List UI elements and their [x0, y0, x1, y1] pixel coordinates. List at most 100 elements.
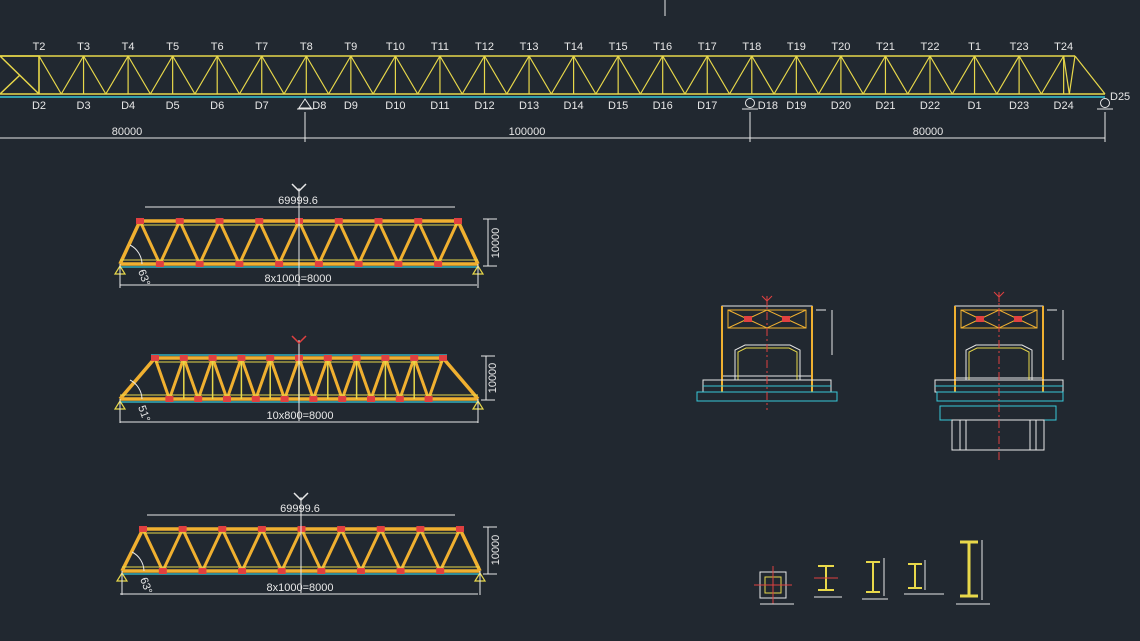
truss-diagonal: [297, 220, 321, 265]
joint-gusset: [257, 526, 266, 532]
joint-gusset: [376, 526, 385, 532]
top-node-label: T15: [609, 41, 628, 53]
axis-marker-icon: [291, 183, 307, 193]
truss-diagonal: [153, 357, 171, 400]
joint-gusset: [374, 218, 383, 224]
angle-arc: [131, 551, 145, 572]
joint-gusset: [323, 355, 332, 361]
truss-diagonal: [907, 55, 931, 95]
roller-support-icon: [745, 98, 755, 108]
pin-support-icon: [298, 98, 312, 109]
truss-diagonal: [196, 357, 215, 400]
joint-gusset: [317, 568, 326, 574]
truss-diagonal: [182, 357, 200, 400]
truss-diagonal: [201, 528, 224, 572]
top-node-labels: T2 T3 T4 T5 T6 T7 T8 T9 T10 T11 T12 T13 T14 T15 T16 T17…: [33, 41, 1074, 53]
truss-diagonal: [340, 357, 359, 400]
joint-gusset: [218, 526, 227, 532]
truss-diagonal: [238, 220, 261, 265]
truss-diagonal: [127, 55, 151, 95]
truss-diagonal: [357, 220, 380, 265]
top-node-label: T11: [431, 41, 449, 53]
truss-diagonal: [506, 55, 530, 95]
roller-support-icon: [1100, 98, 1110, 108]
truss-diagonal: [417, 55, 441, 95]
joint-gusset: [195, 261, 204, 267]
bottom-node-label: D21: [875, 100, 895, 112]
truss-diagonal: [60, 55, 85, 95]
truss-diagonal: [283, 55, 307, 95]
truss-diagonal: [412, 357, 431, 400]
truss-diagonal: [951, 55, 976, 95]
joint-gusset: [424, 396, 433, 402]
height-label-elev3: 10000: [490, 535, 502, 566]
joint-gusset: [266, 355, 275, 361]
truss-diagonal: [398, 357, 416, 400]
bottom-node-label: D16: [653, 100, 673, 112]
truss-diagonal: [929, 55, 953, 95]
truss-diagonal: [181, 528, 204, 572]
truss-diagonal: [372, 55, 396, 95]
joint-gusset: [235, 261, 244, 267]
truss-diagonal: [280, 528, 303, 572]
truss-diagonal: [225, 357, 243, 400]
truss-elevation-1: 69999.6 10000 8x1000=8000 63°: [113, 183, 502, 288]
joint-gusset: [354, 261, 363, 267]
bottom-node-label: D2: [32, 100, 46, 112]
truss-diagonal: [83, 55, 107, 95]
joint-gusset: [454, 218, 462, 224]
joint-gusset: [251, 396, 260, 402]
truss-diagonal: [260, 528, 284, 572]
truss-diagonal: [617, 55, 641, 95]
truss-diagonal: [795, 55, 820, 95]
top-node-label: T19: [787, 41, 806, 53]
truss-diagonal: [751, 55, 775, 95]
truss-diagonal: [383, 357, 402, 400]
truss-diagonal: [194, 55, 218, 95]
truss-diagonal: [729, 55, 753, 95]
truss-diagonal: [884, 55, 909, 95]
truss-diagonal: [211, 357, 229, 400]
truss-diagonal: [311, 357, 330, 400]
truss-diagonal: [240, 528, 264, 572]
axis-marker-icon: [291, 335, 307, 345]
section-box: [754, 566, 794, 605]
panel-label-elev2: 10x800=8000: [267, 410, 334, 422]
truss-diagonal: [639, 55, 664, 95]
bottom-node-label: D10: [385, 100, 405, 112]
truss-diagonal: [277, 220, 301, 265]
joint-gusset: [280, 396, 289, 402]
truss-diagonal: [595, 55, 619, 95]
truss-diagonal: [261, 55, 285, 95]
truss-diagonal: [105, 55, 129, 95]
truss-diagonal: [268, 357, 287, 400]
truss-diagonal: [1018, 55, 1042, 95]
joint-gusset: [439, 355, 447, 361]
top-node-label: T24: [1054, 41, 1073, 53]
top-truss-members: [0, 55, 1106, 98]
truss-diagonal: [339, 528, 363, 572]
joint-gusset: [208, 355, 217, 361]
joint-gusset: [414, 218, 423, 224]
end-post: [120, 528, 145, 572]
truss-diagonal: [706, 55, 731, 95]
joint-gusset: [179, 355, 188, 361]
top-node-label: T23: [1010, 41, 1029, 53]
truss-diagonal: [359, 528, 383, 572]
truss-diagonal: [419, 528, 442, 572]
truss-diagonal: [1040, 55, 1065, 95]
member-sections: [754, 540, 990, 605]
bottom-node-label: D5: [166, 100, 180, 112]
panel-label-elev3: 8x1000=8000: [267, 582, 334, 594]
truss-diagonal: [328, 55, 352, 95]
joint-gusset: [416, 526, 425, 532]
truss-diagonal: [974, 55, 998, 95]
joint-gusset: [309, 396, 318, 402]
joint-gusset: [337, 526, 346, 532]
truss-diagonal: [394, 55, 419, 95]
truss-diagonal: [238, 55, 263, 95]
joint-gusset: [215, 218, 224, 224]
angle-arc: [129, 244, 143, 265]
truss-diagonal: [377, 220, 400, 265]
truss-diagonal: [254, 357, 272, 400]
